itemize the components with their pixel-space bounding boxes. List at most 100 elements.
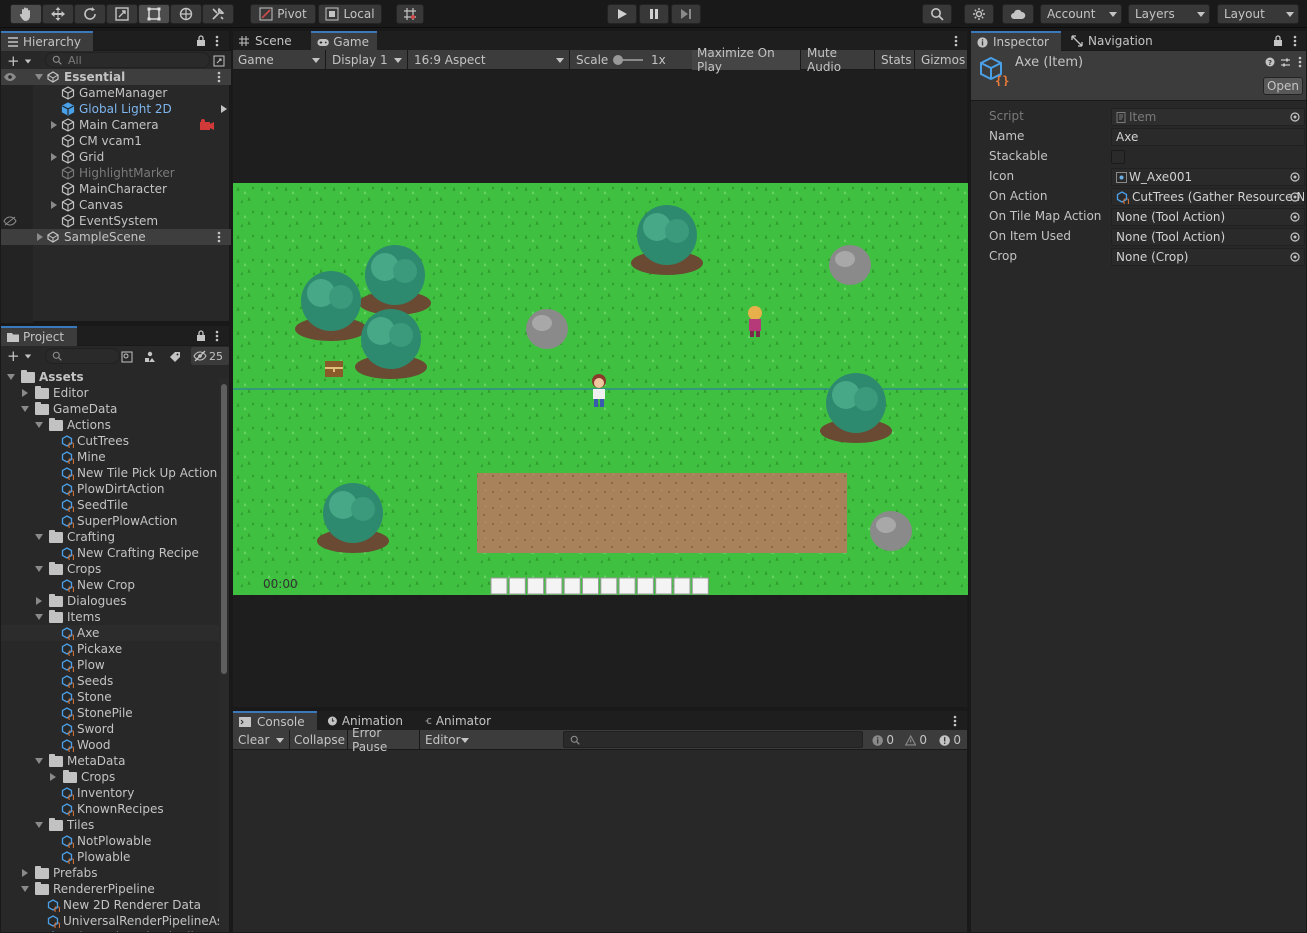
move-tool-button[interactable] — [42, 4, 74, 24]
tab-scene[interactable]: Scene — [233, 31, 303, 51]
search-button[interactable] — [922, 4, 952, 24]
project-folder[interactable]: MetaData — [1, 753, 219, 769]
cloud-button[interactable] — [1002, 4, 1034, 24]
rotate-tool-button[interactable] — [74, 4, 106, 24]
project-asset[interactable]: {}New Tile Pick Up Action — [1, 465, 219, 481]
hierarchy-item[interactable]: Grid — [1, 149, 231, 165]
tab-game[interactable]: Game — [311, 31, 377, 51]
hierarchy-item[interactable]: GameManager — [1, 85, 231, 101]
rect-tool-button[interactable] — [138, 4, 170, 24]
hotbar-slot[interactable] — [618, 577, 636, 595]
icon-field[interactable]: W_Axe001 — [1111, 168, 1305, 186]
expand-arrow-icon[interactable] — [22, 389, 28, 397]
expand-arrow-icon[interactable] — [35, 534, 43, 540]
aspect-dropdown[interactable]: 16:9 Aspect — [409, 50, 569, 70]
project-scrollbar[interactable] — [219, 378, 229, 932]
project-asset[interactable]: {}CutTrees — [1, 433, 219, 449]
kebab-menu-icon[interactable] — [1293, 35, 1297, 47]
display-dropdown[interactable]: Display 1 — [327, 50, 407, 70]
project-asset[interactable]: {}Seeds — [1, 673, 219, 689]
play-button[interactable] — [607, 4, 637, 24]
expand-arrow-icon[interactable] — [50, 773, 56, 781]
expand-arrow-icon[interactable] — [51, 153, 57, 161]
tab-hierarchy[interactable]: Hierarchy — [1, 31, 93, 51]
project-folder[interactable]: Actions — [1, 417, 219, 433]
hierarchy-item[interactable]: CM vcam1 — [1, 133, 231, 149]
hierarchy-item[interactable]: Canvas — [1, 197, 231, 213]
project-folder[interactable]: Assets — [1, 369, 219, 385]
object-picker-icon[interactable] — [1290, 252, 1300, 262]
tab-animator[interactable]: Animator — [419, 711, 499, 731]
preset-icon[interactable] — [1280, 57, 1291, 68]
transform-tool-button[interactable] — [170, 4, 202, 24]
maximize-on-play-toggle[interactable]: Maximize On Play — [692, 46, 800, 74]
project-search-input[interactable] — [45, 348, 120, 364]
kebab-menu-icon[interactable] — [954, 35, 958, 47]
project-asset[interactable]: {}Plow — [1, 657, 219, 673]
expand-arrow-icon[interactable] — [35, 822, 43, 828]
project-asset[interactable]: {}New 2D Renderer Data — [1, 897, 219, 913]
account-dropdown[interactable]: Account — [1040, 4, 1122, 24]
gizmos-toggle[interactable]: Gizmos — [916, 50, 966, 70]
grid-snap-button[interactable] — [396, 4, 424, 24]
scene-visibility-icon[interactable] — [213, 55, 225, 67]
collapse-toggle[interactable]: Collapse — [289, 730, 347, 750]
hotbar-slot[interactable] — [563, 577, 581, 595]
scale-slider-thumb[interactable] — [613, 55, 623, 65]
layers-dropdown[interactable]: Layers — [1128, 4, 1210, 24]
pivot-toggle[interactable]: Pivot — [250, 4, 316, 24]
info-filter-toggle[interactable]: 0 — [867, 730, 899, 750]
project-asset[interactable]: {}New Crop — [1, 577, 219, 593]
editor-target-dropdown[interactable]: Editor — [420, 730, 470, 750]
step-button[interactable] — [671, 4, 701, 24]
project-asset[interactable]: {}KnownRecipes — [1, 801, 219, 817]
eye-icon[interactable] — [3, 72, 17, 82]
lock-icon[interactable] — [196, 35, 206, 47]
stackable-checkbox[interactable] — [1111, 150, 1125, 164]
project-folder[interactable]: Dialogues — [1, 593, 219, 609]
object-picker-icon[interactable] — [1290, 192, 1300, 202]
search-by-type-icon[interactable] — [121, 351, 133, 363]
object-picker-icon[interactable] — [1290, 232, 1300, 242]
kebab-menu-icon[interactable] — [215, 35, 219, 47]
tab-inspector[interactable]: Inspector — [971, 31, 1061, 51]
open-button[interactable]: Open — [1263, 77, 1303, 95]
expand-arrow-icon[interactable] — [21, 886, 29, 892]
project-asset[interactable]: {}StonePile — [1, 705, 219, 721]
hidden-packages-toggle[interactable]: 25 — [191, 347, 229, 365]
scale-tool-button[interactable] — [106, 4, 138, 24]
expand-arrow-icon[interactable] — [22, 869, 28, 877]
expand-arrow-icon[interactable] — [51, 201, 57, 209]
project-asset[interactable]: {}Pickaxe — [1, 641, 219, 657]
create-asset-button[interactable]: + — [7, 349, 32, 364]
expand-arrow-icon[interactable] — [35, 614, 43, 620]
kebab-menu-icon[interactable] — [215, 330, 219, 342]
hierarchy-item[interactable]: Global Light 2D — [1, 101, 231, 117]
hotbar-slot[interactable] — [655, 577, 673, 595]
game-viewport[interactable]: 00:00 — [233, 183, 968, 595]
project-folder[interactable]: Tiles — [1, 817, 219, 833]
project-asset[interactable]: {}Plowable — [1, 849, 219, 865]
expand-arrow-icon[interactable] — [35, 422, 43, 428]
hierarchy-item[interactable]: Main Camera — [1, 117, 231, 133]
scrollbar-thumb[interactable] — [221, 384, 227, 674]
on-item-used-field[interactable]: None (Tool Action) — [1111, 228, 1305, 246]
game-mode-dropdown[interactable]: Game — [233, 50, 325, 70]
hotbar-slot[interactable] — [582, 577, 599, 595]
console-search-input[interactable] — [563, 731, 863, 748]
project-asset[interactable]: {}UniversalRenderPipelineAs: — [1, 913, 227, 929]
lock-icon[interactable] — [196, 330, 206, 342]
project-asset[interactable]: {}SuperPlowAction — [1, 513, 219, 529]
hotbar-slot[interactable] — [600, 577, 618, 595]
project-folder[interactable]: RendererPipeline — [1, 881, 219, 897]
pause-button[interactable] — [639, 4, 669, 24]
object-picker-icon[interactable] — [1290, 172, 1300, 182]
hierarchy-item[interactable]: MainCharacter — [1, 181, 231, 197]
project-asset[interactable]: {}Wood — [1, 737, 219, 753]
crop-field[interactable]: None (Crop) — [1111, 248, 1305, 266]
mute-audio-toggle[interactable]: Mute Audio — [802, 46, 874, 74]
error-pause-toggle[interactable]: Error Pause — [347, 726, 419, 754]
clear-options-dropdown[interactable] — [271, 730, 289, 750]
add-object-button[interactable]: + — [7, 54, 32, 69]
expand-arrow-icon[interactable] — [21, 406, 29, 412]
